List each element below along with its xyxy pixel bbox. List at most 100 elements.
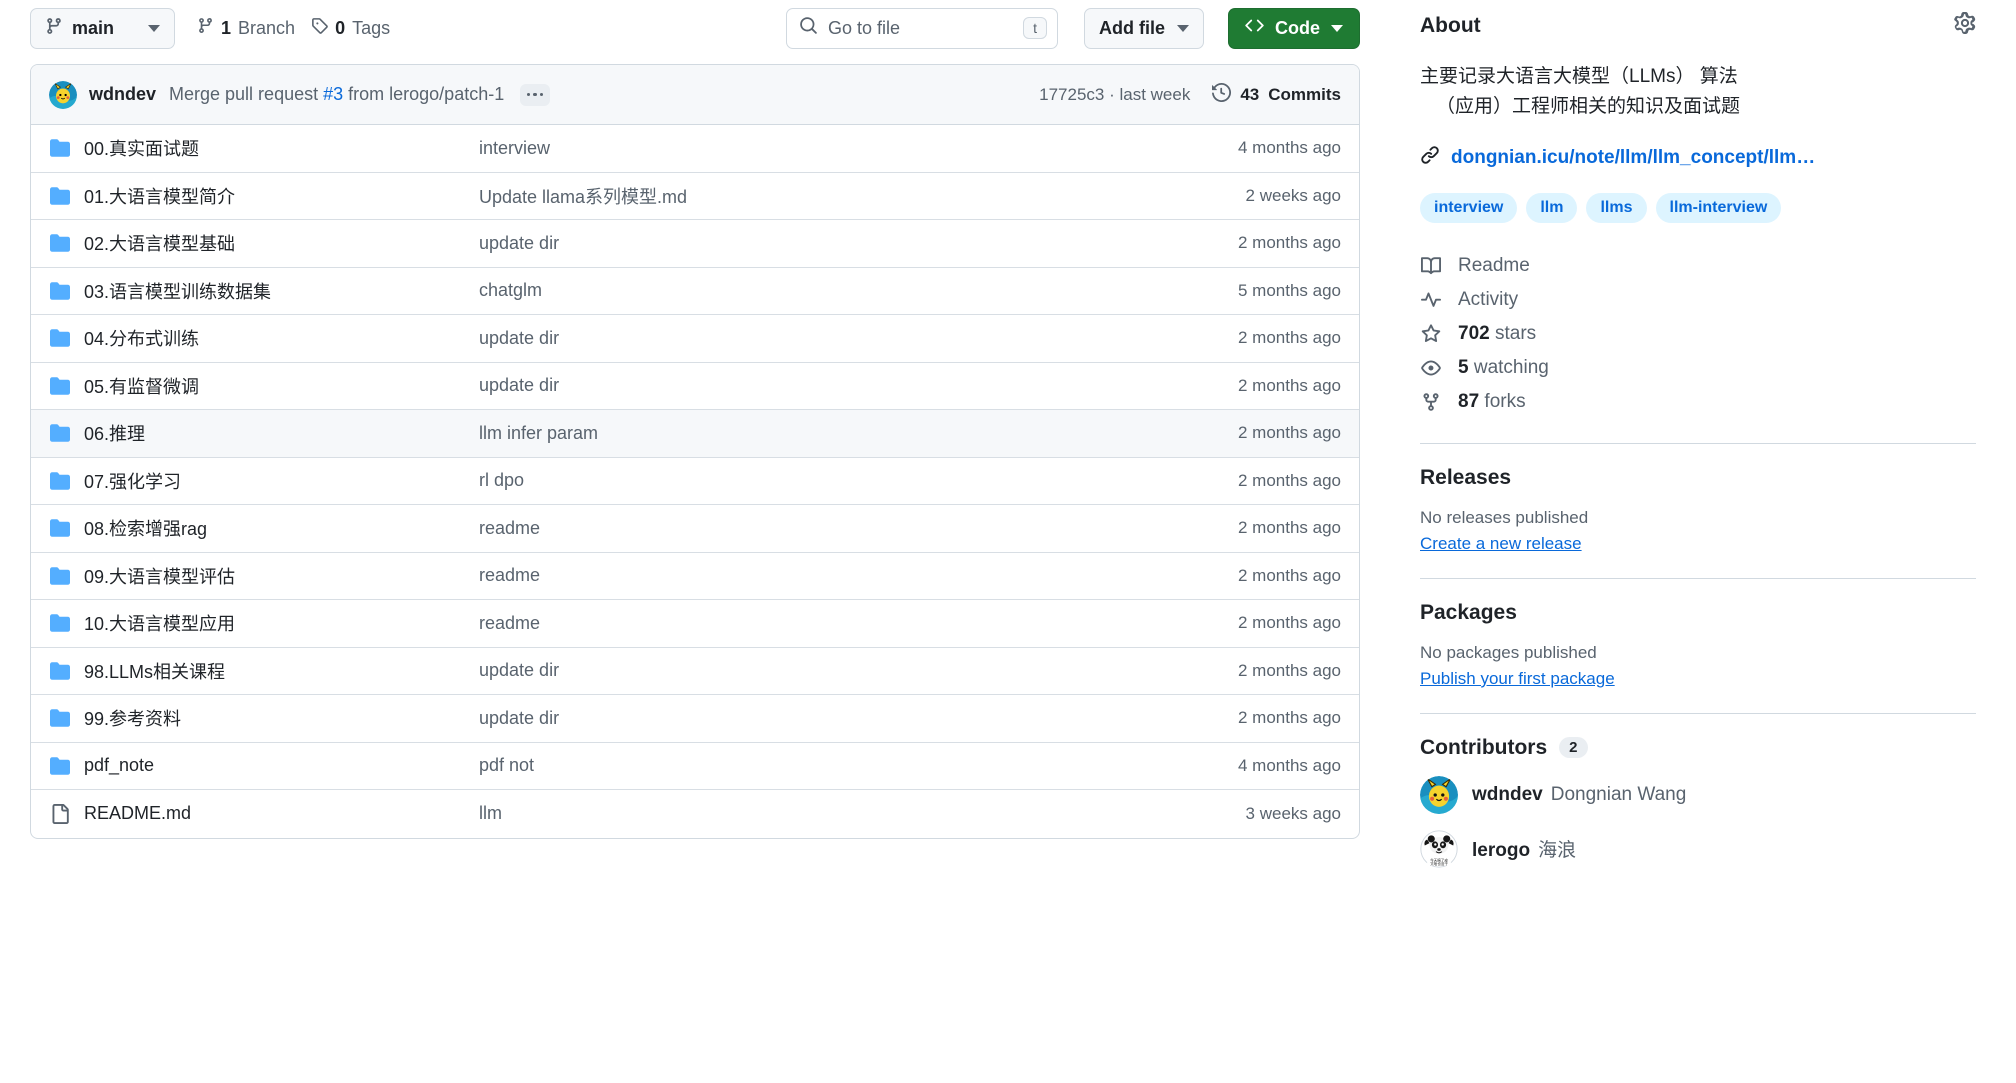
table-row[interactable]: 04.分布式训练 update dir 2 months ago	[31, 315, 1359, 363]
stat-watching[interactable]: 5 watching	[1420, 351, 1976, 385]
commit-message-cell[interactable]: update dir	[479, 233, 1238, 254]
tags-count-link[interactable]: 0 Tags	[311, 17, 390, 39]
contributor-item[interactable]: 今天搞了皮 又啥也没干 lerogo 海浪	[1420, 829, 1976, 868]
commit-message-cell[interactable]: update dir	[479, 660, 1238, 681]
git-branch-icon	[197, 17, 214, 39]
commit-message-cell[interactable]: Update llama系列模型.md	[479, 183, 1246, 209]
gear-icon[interactable]	[1954, 12, 1976, 40]
code-button[interactable]: Code	[1228, 7, 1360, 49]
stat-forks[interactable]: 87 forks	[1420, 385, 1976, 419]
create-release-link[interactable]: Create a new release	[1420, 534, 1582, 554]
table-row[interactable]: 98.LLMs相关课程 update dir 2 months ago	[31, 648, 1359, 695]
add-file-button[interactable]: Add file	[1084, 7, 1204, 49]
file-name[interactable]: 02.大语言模型基础	[84, 230, 479, 256]
homepage-url: dongnian.icu/note/llm/llm_concept/llm…	[1451, 146, 1816, 168]
commit-message-cell[interactable]: interview	[479, 138, 1238, 159]
topic-tag[interactable]: llm-interview	[1655, 192, 1782, 223]
folder-icon	[49, 328, 71, 348]
table-row[interactable]: README.md llm 3 weeks ago	[31, 790, 1359, 838]
table-row[interactable]: 08.检索增强rag readme 2 months ago	[31, 505, 1359, 553]
contributor-username: wdndev	[1472, 783, 1543, 805]
table-row[interactable]: 02.大语言模型基础 update dir 2 months ago	[31, 220, 1359, 268]
folder-icon	[49, 138, 71, 158]
table-row[interactable]: 99.参考资料 update dir 2 months ago	[31, 695, 1359, 743]
branches-count-link[interactable]: 1 Branch	[197, 17, 295, 39]
last-commit-time: 2 months ago	[1237, 518, 1341, 538]
branch-name-label: main	[72, 17, 115, 38]
file-name[interactable]: 05.有监督微调	[84, 373, 479, 399]
file-name[interactable]: 09.大语言模型评估	[84, 563, 479, 589]
table-row[interactable]: 03.语言模型训练数据集 chatglm 5 months ago	[31, 268, 1359, 315]
go-to-file-search[interactable]: Go to file t	[786, 7, 1058, 49]
commits-count: 43	[1240, 84, 1260, 104]
homepage-link[interactable]: dongnian.icu/note/llm/llm_concept/llm…	[1420, 145, 1976, 171]
latest-commit-header: wdndev Merge pull request #3 from lerogo…	[31, 65, 1359, 125]
contributors-title: Contributors	[1420, 735, 1548, 759]
commit-message-cell[interactable]: chatglm	[479, 280, 1238, 301]
table-row[interactable]: 01.大语言模型简介 Update llama系列模型.md 2 weeks ago	[31, 173, 1359, 220]
last-commit-time: 3 weeks ago	[1245, 803, 1341, 823]
table-row[interactable]: 05.有监督微调 update dir 2 months ago	[31, 363, 1359, 410]
commit-hash-and-time[interactable]: 17725c3 · last week	[1039, 85, 1190, 105]
stat-text: 87 forks	[1458, 390, 1526, 412]
commit-pr-link[interactable]: #3	[323, 84, 343, 104]
branch-selector-button[interactable]: main	[30, 7, 175, 49]
table-row[interactable]: 06.推理 llm infer param 2 months ago	[31, 410, 1359, 458]
commit-message-cell[interactable]: readme	[479, 613, 1238, 634]
file-name[interactable]: 01.大语言模型简介	[84, 183, 479, 209]
topic-tag[interactable]: llm	[1526, 192, 1578, 223]
svg-text:又啥也没干: 又啥也没干	[1430, 861, 1448, 866]
folder-icon	[49, 566, 71, 586]
contributor-item[interactable]: wdndev Dongnian Wang	[1420, 775, 1976, 814]
topic-tag[interactable]: llms	[1586, 192, 1647, 223]
history-icon	[1212, 82, 1232, 107]
book-icon	[1420, 256, 1442, 276]
git-branch-icon	[45, 17, 63, 40]
file-name[interactable]: 10.大语言模型应用	[84, 610, 479, 636]
file-name[interactable]: README.md	[84, 803, 479, 824]
commit-message-cell[interactable]: llm infer param	[479, 423, 1238, 444]
packages-empty-text: No packages published	[1420, 642, 1597, 662]
file-name[interactable]: 06.推理	[84, 420, 479, 446]
commit-details-button[interactable]	[520, 83, 551, 106]
commit-message-cell[interactable]: rl dpo	[479, 470, 1238, 491]
folder-icon	[49, 233, 71, 253]
table-row[interactable]: pdf_note pdf not 4 months ago	[31, 743, 1359, 790]
file-name[interactable]: 98.LLMs相关课程	[84, 658, 479, 684]
file-name[interactable]: 00.真实面试题	[84, 135, 479, 161]
commit-message-cell[interactable]: update dir	[479, 375, 1238, 396]
table-row[interactable]: 10.大语言模型应用 readme 2 months ago	[31, 600, 1359, 648]
commit-message-cell[interactable]: update dir	[479, 328, 1238, 349]
commit-message-cell[interactable]: readme	[479, 565, 1238, 586]
topic-tag[interactable]: interview	[1420, 192, 1518, 223]
commit-message-cell[interactable]: llm	[479, 803, 1246, 824]
commit-message[interactable]: Merge pull request #3 from lerogo/patch-…	[169, 84, 504, 105]
commits-count-link[interactable]: 43 Commits	[1212, 82, 1341, 107]
folder-icon	[49, 423, 71, 443]
file-name[interactable]: pdf_note	[84, 755, 479, 776]
contributor-username: lerogo	[1472, 840, 1531, 862]
stat-readme[interactable]: Readme	[1420, 249, 1976, 283]
table-row[interactable]: 09.大语言模型评估 readme 2 months ago	[31, 553, 1359, 600]
file-name[interactable]: 03.语言模型训练数据集	[84, 278, 479, 304]
commit-message-cell[interactable]: readme	[479, 518, 1238, 539]
file-name[interactable]: 08.检索增强rag	[84, 515, 479, 541]
file-name[interactable]: 04.分布式训练	[84, 325, 479, 351]
file-icon	[49, 803, 71, 824]
file-name[interactable]: 99.参考资料	[84, 705, 479, 731]
table-row[interactable]: 07.强化学习 rl dpo 2 months ago	[31, 458, 1359, 505]
stat-stars[interactable]: 702 stars	[1420, 317, 1976, 351]
commit-message-cell[interactable]: pdf not	[479, 755, 1238, 776]
avatar	[49, 80, 77, 109]
commit-header-right: 17725c3 · last week 43 Commits	[1039, 82, 1341, 107]
table-row[interactable]: 00.真实面试题 interview 4 months ago	[31, 125, 1359, 173]
stat-activity[interactable]: Activity	[1420, 283, 1976, 317]
add-file-label: Add file	[1099, 17, 1165, 38]
file-name[interactable]: 07.强化学习	[84, 468, 479, 494]
repository-page: main 1 Branch 0 Tags Go to file t Add fi…	[0, 0, 2016, 1083]
commit-author[interactable]: wdndev	[89, 84, 156, 105]
folder-icon	[49, 613, 71, 633]
publish-package-link[interactable]: Publish your first package	[1420, 669, 1615, 689]
last-commit-time: 2 months ago	[1237, 233, 1341, 253]
commit-message-cell[interactable]: update dir	[479, 708, 1238, 729]
